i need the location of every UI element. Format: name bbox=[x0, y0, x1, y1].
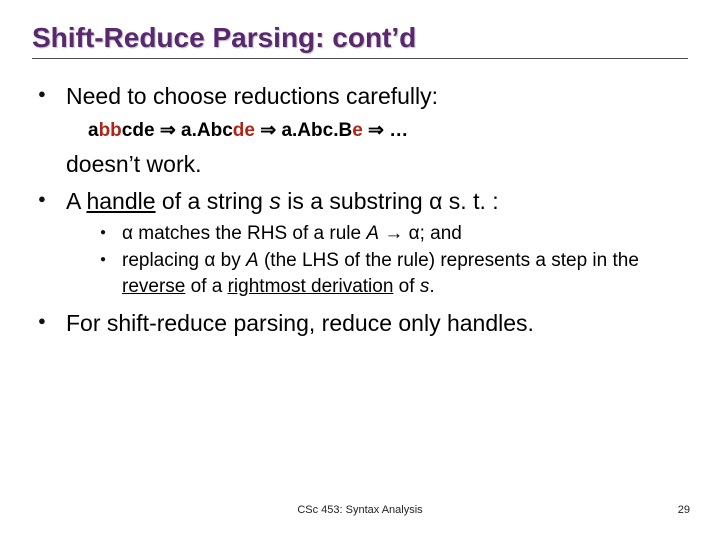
sb1-end: ; and bbox=[420, 223, 462, 244]
b2-alpha: α bbox=[429, 188, 442, 214]
ex-w1-de: de bbox=[233, 120, 255, 141]
ex-arr3: ⇒ … bbox=[363, 120, 408, 141]
ex-arr1: ⇒ bbox=[155, 120, 181, 141]
footer-text: CSc 453: Syntax Analysis bbox=[0, 504, 720, 516]
sb2-mid3: of a bbox=[185, 276, 227, 297]
slide: Shift-Reduce Parsing: cont’d Need to cho… bbox=[0, 0, 720, 540]
sb2-end: . bbox=[429, 276, 434, 297]
sb2-mid1: by bbox=[215, 250, 246, 271]
sb1-mid1: matches the RHS of a rule bbox=[133, 223, 366, 244]
bullet-1-text: Need to choose reductions carefully: bbox=[66, 83, 438, 109]
sb2-A: A bbox=[246, 250, 259, 271]
bullet-3-text: For shift-reduce parsing, reduce only ha… bbox=[66, 310, 534, 336]
bullet-2: A handle of a string s is a substring α … bbox=[38, 186, 688, 300]
sb1-alpha2: α bbox=[409, 223, 420, 244]
b2-mid: of a string bbox=[156, 188, 270, 214]
example-derivation: abbcde ⇒ a.Abcde ⇒ a.Abc.Be ⇒ … bbox=[88, 118, 688, 145]
sb2-mid2: (the LHS of the rule) represents a step … bbox=[259, 250, 639, 271]
sb2-rightmost: rightmost derivation bbox=[228, 276, 394, 297]
bullet-3: For shift-reduce parsing, reduce only ha… bbox=[38, 308, 688, 339]
sb2-pre: replacing bbox=[122, 250, 204, 271]
bullet-1: Need to choose reductions carefully: bbox=[38, 81, 688, 112]
sb1-A: A bbox=[366, 223, 379, 244]
sb1-arrow: → bbox=[379, 223, 409, 244]
sub-bullet-list: α matches the RHS of a rule A → α; and r… bbox=[100, 221, 688, 300]
continuation-line: doesn’t work. bbox=[66, 149, 688, 180]
b2-post1: is a substring bbox=[281, 188, 429, 214]
sb2-mid4: of bbox=[393, 276, 419, 297]
ex-w0-a: a bbox=[88, 120, 99, 141]
page-number: 29 bbox=[678, 504, 690, 516]
slide-title: Shift-Reduce Parsing: cont’d bbox=[32, 22, 688, 54]
ex-w2-aAbcB: a.Abc.B bbox=[281, 120, 352, 141]
sb2-alpha: α bbox=[204, 250, 215, 271]
title-underline bbox=[32, 58, 688, 59]
sb2-s: s bbox=[420, 276, 430, 297]
sb1-alpha: α bbox=[122, 223, 133, 244]
sub-bullet-2: replacing α by A (the LHS of the rule) r… bbox=[100, 248, 688, 299]
ex-w1-aAbc: a.Abc bbox=[181, 120, 233, 141]
bullet-list: Need to choose reductions carefully: bbox=[38, 81, 688, 112]
ex-w0-bb: bb bbox=[99, 120, 122, 141]
bullet-list-2: A handle of a string s is a substring α … bbox=[38, 186, 688, 339]
b2-pre: A bbox=[66, 188, 86, 214]
b2-post2: s. t. : bbox=[442, 188, 498, 214]
ex-w2-e: e bbox=[352, 120, 363, 141]
ex-arr2: ⇒ bbox=[255, 120, 281, 141]
b2-s: s bbox=[269, 188, 281, 214]
sb2-reverse: reverse bbox=[122, 276, 185, 297]
b2-handle: handle bbox=[86, 188, 155, 214]
sub-bullet-1: α matches the RHS of a rule A → α; and bbox=[100, 221, 688, 247]
ex-w0-cde: cde bbox=[122, 120, 155, 141]
